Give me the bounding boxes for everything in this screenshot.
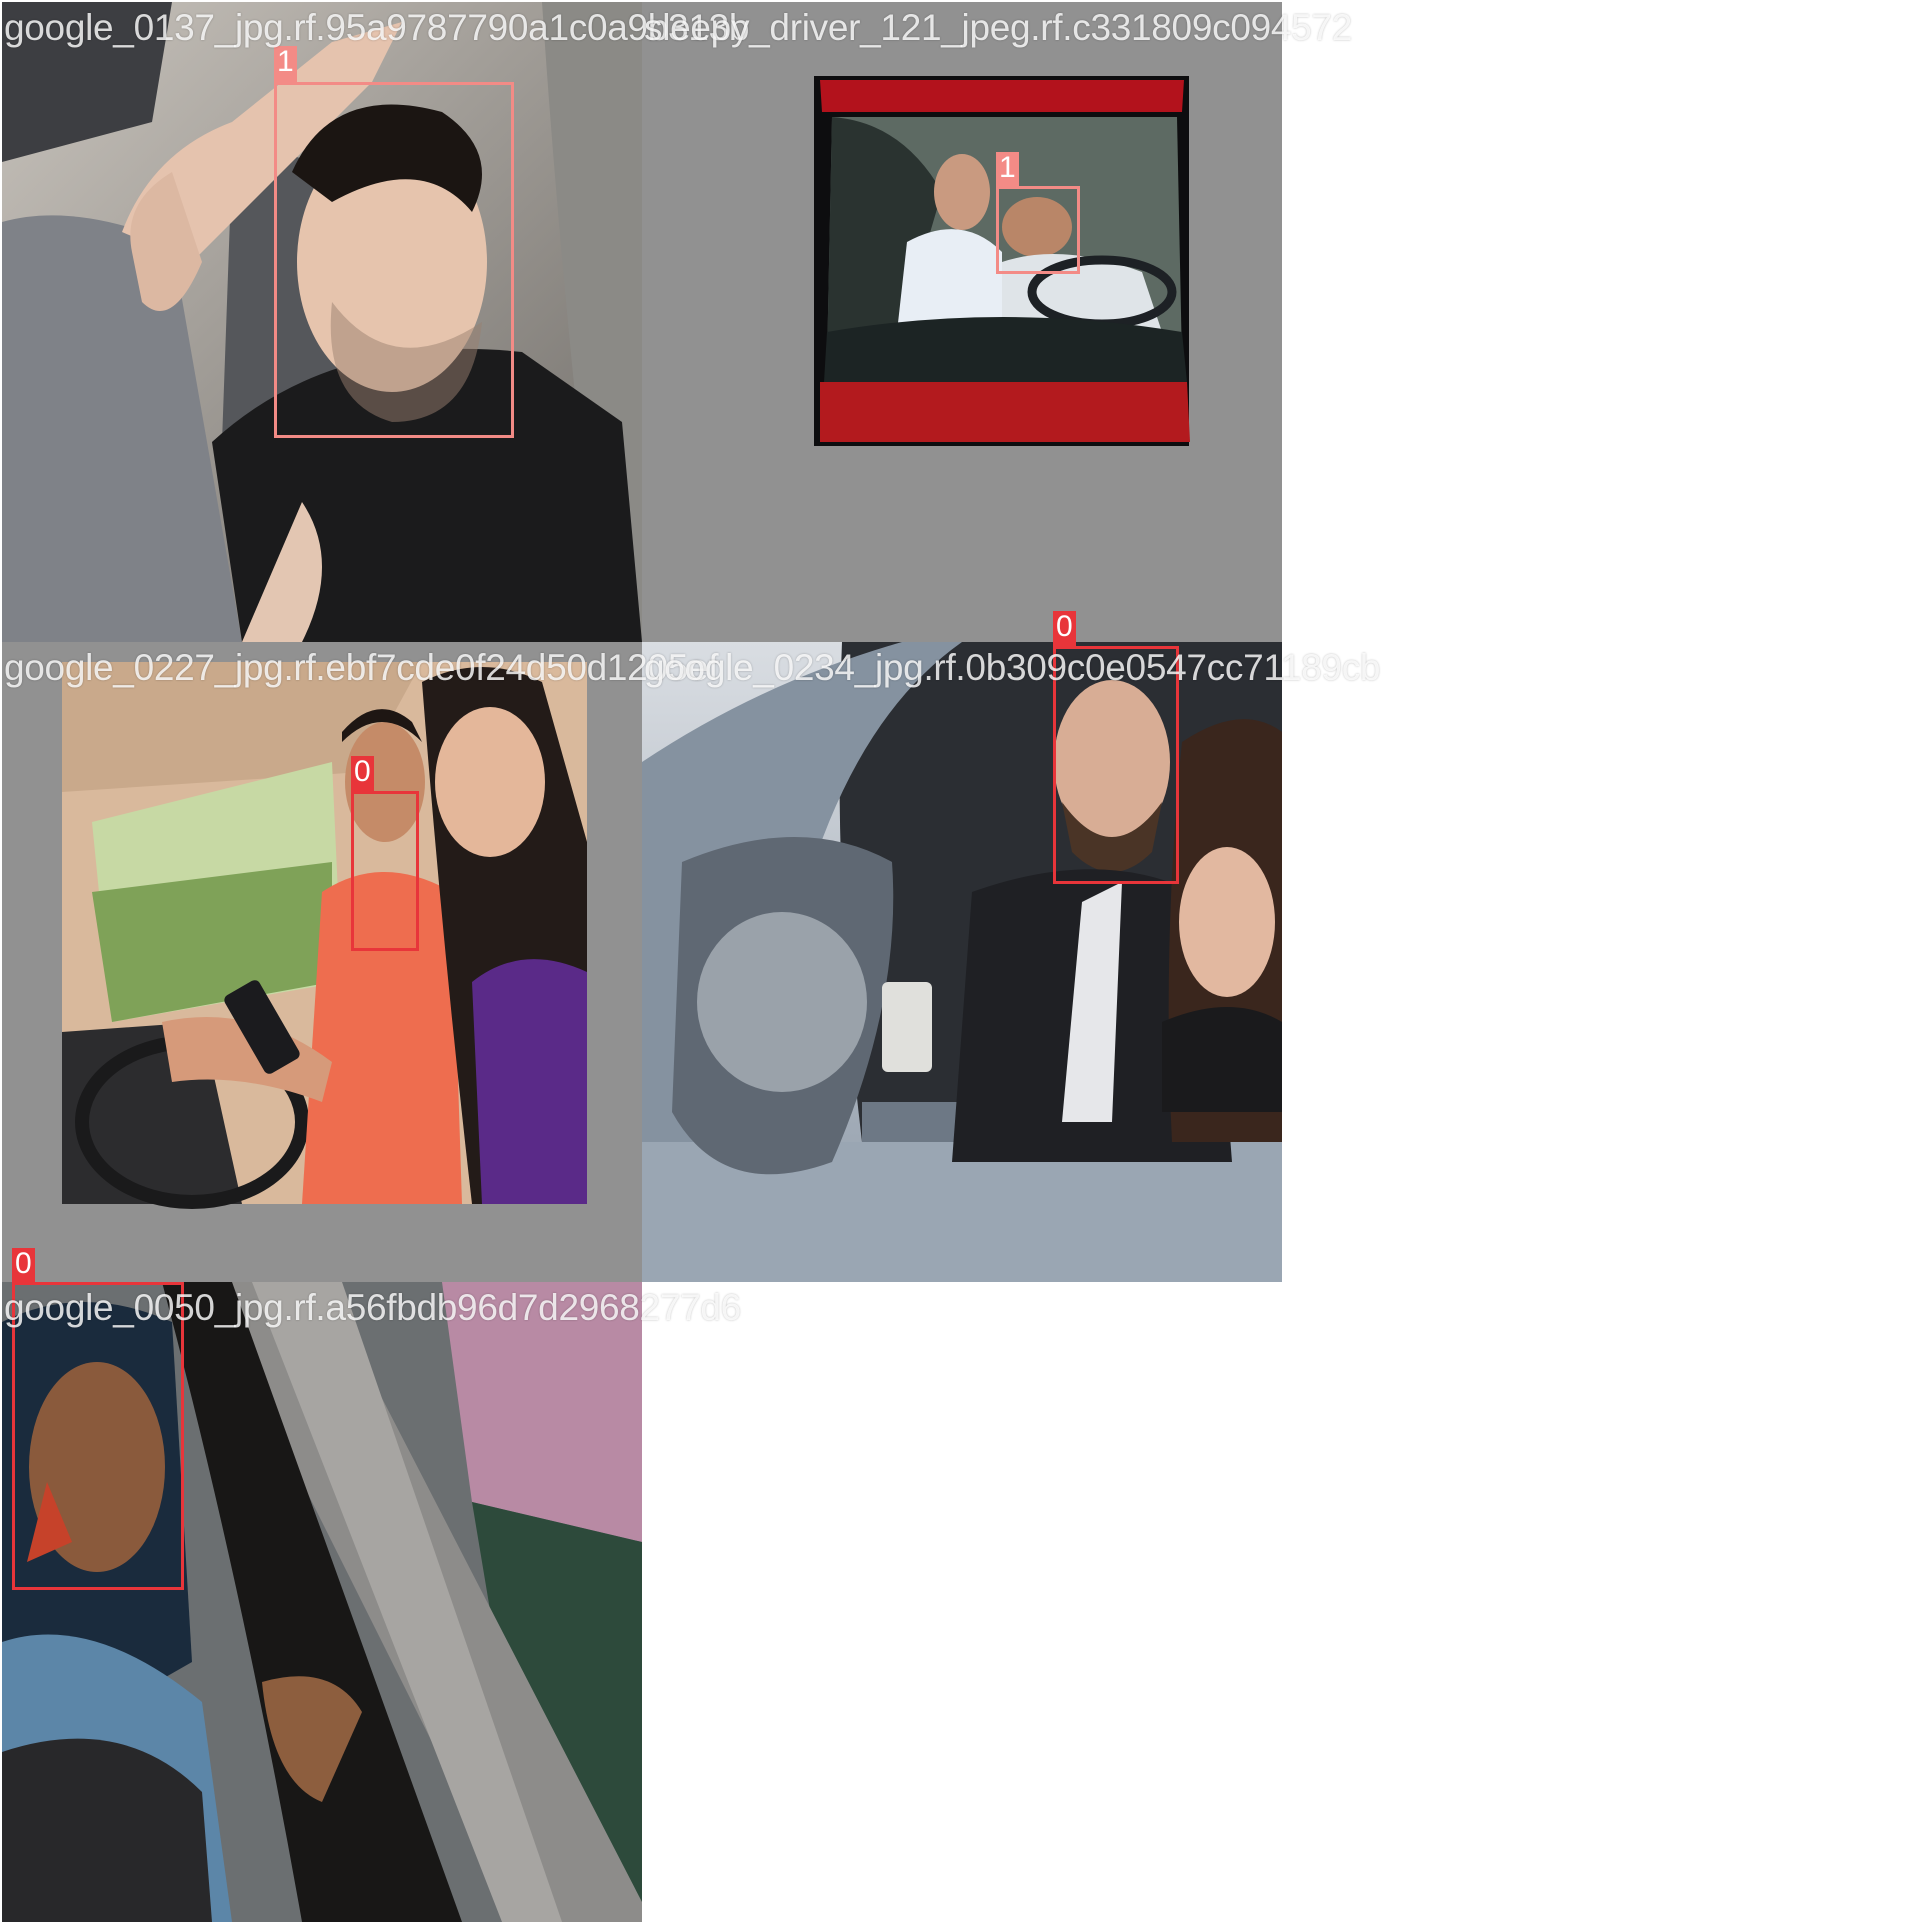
detection-box [274, 82, 514, 438]
mosaic-tile-3: 0 [2, 642, 642, 1282]
mosaic-tile-4: 0 [642, 611, 1282, 1282]
tile-filename: google_0227_jpg.rf.ebf7cde0f24d50d1205ef [4, 647, 719, 688]
mosaic-tile-2: 1 [642, 2, 1282, 642]
mosaic-tile-1: 1 [2, 2, 642, 642]
tile-filename: google_0137_jpg.rf.95a9787790a1c0a9b313b [4, 7, 750, 48]
tile-filename: google_0234_jpg.rf.0b309c0e0547cc71189cb [644, 647, 1381, 688]
detection-class-label: 0 [1053, 611, 1076, 646]
detection-box [996, 186, 1080, 274]
detection-box [351, 791, 419, 951]
photo-couple-with-phone [2, 642, 642, 1282]
detection-box [12, 1282, 184, 1590]
detection-class-label: 1 [996, 152, 1019, 186]
photo-sleepy-driver [642, 2, 1282, 642]
mosaic-tile-5: 0 [2, 1248, 642, 1922]
photo-couple-in-car [642, 642, 1282, 1282]
tile-filename: google_0050_jpg.rf.a56fbdb96d7d2968277d6 [4, 1287, 741, 1328]
detection-class-label: 0 [351, 756, 374, 791]
detection-class-label: 0 [12, 1248, 35, 1282]
detection-class-label: 1 [274, 46, 297, 82]
tile-filename: sleepy_driver_121_jpeg.rf.c331809c094572 [644, 7, 1352, 48]
